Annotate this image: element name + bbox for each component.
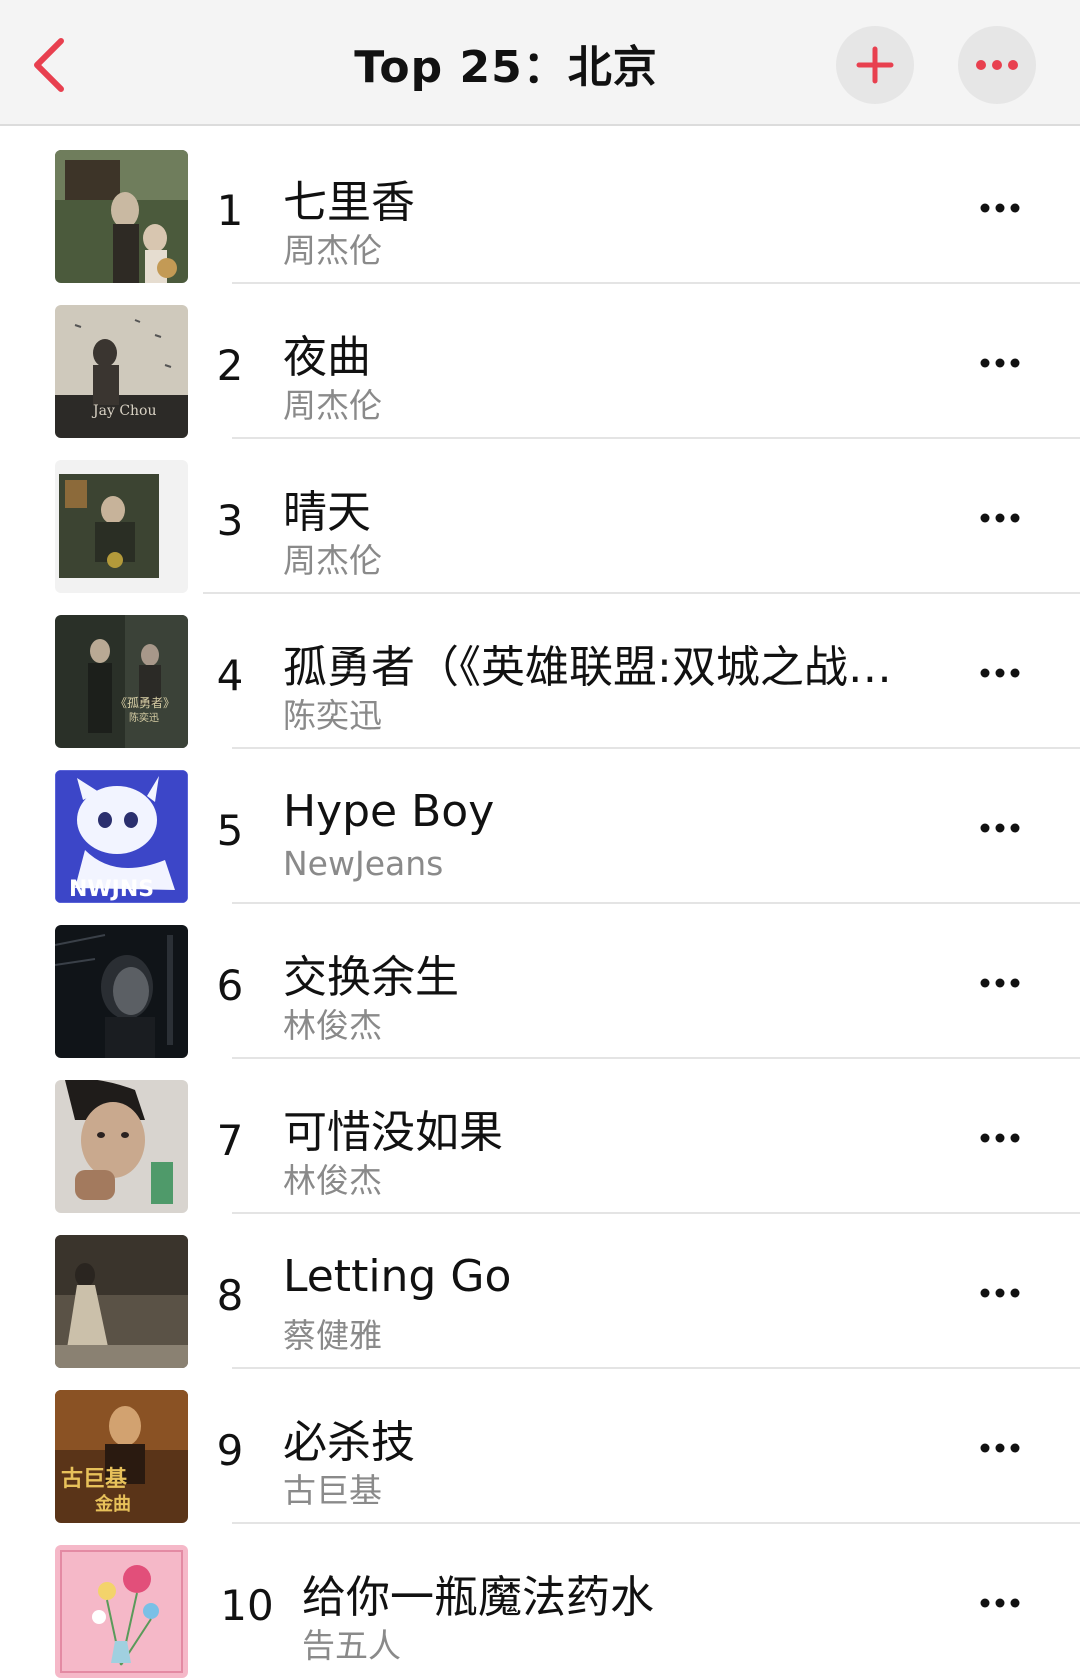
ellipsis-icon [980,1133,1020,1143]
track-artist: NewJeans [283,844,444,883]
track-row-7[interactable]: 7 可惜没如果 林俊杰 [0,1058,1080,1214]
navigation-bar: Top 25：北京 [0,0,1080,126]
svg-text:陈奕迅: 陈奕迅 [129,711,159,724]
track-more-button[interactable] [968,343,1032,383]
track-title: 给你一瓶魔法药水 [302,1572,654,1623]
track-more-button[interactable] [968,188,1032,228]
rank-number: 8 [216,1271,244,1320]
rank-number: 9 [216,1426,244,1475]
track-artist: 陈奕迅 [283,696,382,735]
album-art: Jay Chou [55,305,188,438]
track-more-button[interactable] [968,1273,1032,1313]
ellipsis-icon [980,203,1020,213]
track-row-9[interactable]: 古巨基 金曲 9 必杀技 古巨基 [0,1368,1080,1524]
rank-number: 10 [220,1581,274,1630]
track-more-button[interactable] [968,963,1032,1003]
rank-number: 2 [216,341,244,390]
chevron-left-icon [34,38,64,92]
album-art [55,150,188,283]
svg-text:《孤勇者》: 《孤勇者》 [115,696,175,710]
track-artist: 周杰伦 [283,541,382,580]
rank-number: 6 [216,961,244,1010]
track-artist: 蔡健雅 [283,1316,382,1355]
track-title: Hype Boy [283,786,495,837]
rank-number: 1 [216,186,244,235]
svg-text:Jay Chou: Jay Chou [91,403,157,419]
ellipsis-icon [980,1288,1020,1298]
track-row-8[interactable]: 8 Letting Go 蔡健雅 [0,1213,1080,1369]
track-title: 交换余生 [283,952,459,1003]
more-options-button[interactable] [958,26,1036,104]
track-row-6[interactable]: 6 交换余生 林俊杰 [0,903,1080,1059]
track-row-10[interactable]: 10 给你一瓶魔法药水 告五人 [0,1523,1080,1678]
track-title: 必杀技 [283,1417,415,1468]
svg-text:金曲: 金曲 [94,1493,131,1515]
track-title: 夜曲 [283,332,371,383]
track-title: 可惜没如果 [283,1107,503,1158]
track-title: Letting Go [283,1251,512,1302]
album-art: 《孤勇者》 陈奕迅 [55,615,188,748]
svg-text:古巨基: 古巨基 [61,1466,128,1492]
svg-text:NWJNS: NWJNS [69,877,154,902]
rank-number: 5 [216,806,244,855]
ellipsis-icon [980,513,1020,523]
track-row-2[interactable]: Jay Chou 2 夜曲 周杰伦 [0,283,1080,439]
album-art [55,925,188,1058]
album-art [55,1545,188,1678]
track-artist: 林俊杰 [283,1161,382,1200]
track-more-button[interactable] [968,808,1032,848]
track-artist: 古巨基 [283,1471,382,1510]
track-more-button[interactable] [968,498,1032,538]
ellipsis-icon [980,823,1020,833]
back-button[interactable] [14,30,84,100]
album-art: NWJNS [55,770,188,903]
track-artist: 告五人 [302,1626,401,1665]
ellipsis-icon [980,668,1020,678]
track-more-button[interactable] [968,1428,1032,1468]
ellipsis-icon [980,1598,1020,1608]
album-art [55,460,188,593]
ellipsis-icon [976,60,1018,70]
add-button[interactable] [836,26,914,104]
track-row-4[interactable]: 《孤勇者》 陈奕迅 4 孤勇者（《英雄联盟:双城之战》动画剧集中文主题曲） 陈奕… [0,593,1080,749]
album-art: 古巨基 金曲 [55,1390,188,1523]
track-row-1[interactable]: 1 七里香 周杰伦 [0,128,1080,284]
ellipsis-icon [980,1443,1020,1453]
ellipsis-icon [980,358,1020,368]
track-artist: 林俊杰 [283,1006,382,1045]
rank-number: 3 [216,496,244,545]
rank-number: 4 [216,651,244,700]
page-title: Top 25：北京 [354,42,658,93]
album-art [55,1235,188,1368]
ellipsis-icon [980,978,1020,988]
track-more-button[interactable] [968,1583,1032,1623]
track-more-button[interactable] [968,1118,1032,1158]
track-row-5[interactable]: NWJNS 5 Hype Boy NewJeans [0,748,1080,904]
track-title: 孤勇者（《英雄联盟:双城之战》动画剧集中文主题曲） [283,642,913,693]
track-artist: 周杰伦 [283,231,382,270]
track-title: 七里香 [283,177,415,228]
track-artist: 周杰伦 [283,386,382,425]
album-art [55,1080,188,1213]
track-row-3[interactable]: 3 晴天 周杰伦 [0,438,1080,594]
track-title: 晴天 [283,487,371,538]
track-more-button[interactable] [968,653,1032,693]
rank-number: 7 [216,1116,244,1165]
plus-icon [856,46,894,84]
